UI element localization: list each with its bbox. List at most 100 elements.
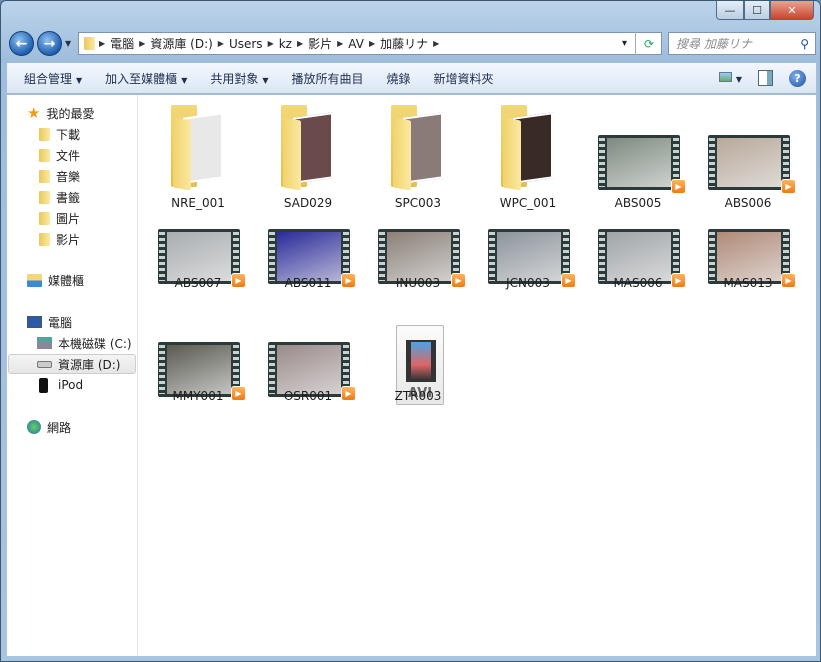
breadcrumb-chevron-icon[interactable]: ▶ [99,39,105,48]
sidebar-item[interactable]: 影片 [39,229,80,249]
folder-icon [84,37,95,50]
folder-icon [39,232,50,246]
video-thumbnail-icon: ▶ [708,135,796,194]
play-all-button[interactable]: 播放所有曲目 [292,70,364,87]
file-name: OSR001 [283,389,333,403]
file-item[interactable]: ▶ ABS007 [144,212,252,322]
file-item[interactable]: ▶ ABS006 [694,99,802,210]
file-name: SPC003 [394,196,442,210]
file-name: ABS006 [724,196,772,210]
breadcrumb-chevron-icon[interactable]: ▶ [268,39,274,48]
video-thumbnail-icon: ▶ [598,135,686,194]
folder-icon [39,169,50,183]
file-item[interactable]: ▶ ABS005 [584,99,692,210]
minimize-button[interactable]: — [716,1,744,20]
breadcrumb-item[interactable]: AV [348,37,364,51]
sidebar-item[interactable]: 圖片 [39,208,80,228]
breadcrumb-chevron-icon[interactable]: ▶ [139,39,145,48]
file-name: SAD029 [283,196,333,210]
command-bar: 組合管理 ▼ 加入至媒體櫃 ▼ 共用對象 ▼ 播放所有曲目 燒錄 新增資料夾 ▼ ? [7,63,816,94]
sidebar-item[interactable]: 下載 [39,124,80,144]
drive-c-icon [37,337,52,349]
breadcrumb-chevron-icon[interactable]: ▶ [369,39,375,48]
sidebar-drive-c[interactable]: 本機磁碟 (C:) [37,333,132,353]
sidebar-favorites[interactable]: ★ 我的最愛 [27,103,94,123]
sidebar-item[interactable]: 文件 [39,145,80,165]
folder-icon [39,148,50,162]
folder-icon [501,105,559,191]
share-button[interactable]: 共用對象 ▼ [210,70,268,87]
breadcrumb-chevron-icon[interactable]: ▶ [297,39,303,48]
folder-icon [39,190,50,204]
sidebar-libraries[interactable]: 媒體櫃 [27,270,84,290]
sidebar-ipod[interactable]: iPod [39,375,83,395]
search-icon[interactable]: ⚲ [800,37,809,51]
folder-icon [39,211,50,225]
folder-icon [39,127,50,141]
breadcrumb-item[interactable]: kz [279,37,292,51]
folder-icon [391,105,449,191]
computer-icon [27,316,42,328]
folder-item[interactable]: SPC003 [364,99,472,210]
back-button[interactable]: ← [9,31,34,56]
file-item[interactable]: ▶ JCN003 [474,212,582,322]
add-to-library-button[interactable]: 加入至媒體櫃 ▼ [105,70,187,87]
folder-item[interactable]: NRE_001 [144,99,252,210]
file-name: WPC_001 [499,196,557,210]
address-bar[interactable]: ▶ 電腦 ▶ 資源庫 (D:) ▶ Users ▶ kz ▶ 影片 ▶ AV ▶ 加藤リナ ▶ ▾ [78,32,662,55]
file-name: MAS006 [613,276,663,290]
breadcrumb-item[interactable]: Users [229,37,263,51]
ipod-icon [39,377,48,393]
file-item[interactable]: ▶ ABS011 [254,212,362,322]
organize-button[interactable]: 組合管理 ▼ [24,70,82,87]
folder-icon [171,105,229,191]
breadcrumb-item[interactable]: 加藤リナ [380,35,428,52]
maximize-button[interactable]: ☐ [744,1,770,20]
search-input[interactable]: 搜尋 加藤リナ ⚲ [668,32,816,55]
drive-d-icon [37,360,52,368]
sidebar-drive-d[interactable]: 資源庫 (D:) [8,354,136,374]
folder-item[interactable]: SAD029 [254,99,362,210]
new-folder-button[interactable]: 新增資料夾 [434,70,494,87]
file-item[interactable]: ▶ MMY001 [144,325,252,435]
file-item[interactable]: ▶ OSR001 [254,325,362,435]
sidebar-item[interactable]: 音樂 [39,166,80,186]
view-options-button[interactable]: ▼ [719,71,742,85]
file-name: ABS007 [174,276,222,290]
sidebar-computer[interactable]: 電腦 [27,312,72,332]
file-list: NRE_001 SAD029 SPC003 WPC_001 ▶ ABS005 ▶ ABS006… [138,95,816,656]
breadcrumb-item[interactable]: 資源庫 (D:) [150,35,212,52]
breadcrumb-item[interactable]: 影片 [308,35,332,52]
breadcrumb-chevron-icon[interactable]: ▶ [337,39,343,48]
star-icon: ★ [27,104,41,122]
help-button[interactable]: ? [789,69,806,87]
folder-icon [281,105,339,191]
file-name: MMY001 [172,389,224,403]
sidebar-item[interactable]: 書籤 [39,187,80,207]
sidebar-network[interactable]: 網路 [27,417,71,437]
address-dropdown[interactable]: ▾ [622,38,627,49]
navigation-pane: ★ 我的最愛 下載 文件 音樂 書籤 圖片 影片 媒體櫃 電腦 本機磁碟 (C:) 資源庫 … [7,95,138,656]
file-item[interactable]: ▶ INU003 [364,212,472,322]
file-item[interactable]: ▶ MAS013 [694,212,802,322]
preview-pane-button[interactable] [758,70,773,86]
file-name: ABS005 [614,196,662,210]
breadcrumb-chevron-icon[interactable]: ▶ [218,39,224,48]
forward-button[interactable]: → [37,31,62,56]
file-name: ZTR003 [394,389,442,403]
breadcrumb-chevron-icon[interactable]: ▶ [433,39,439,48]
file-name: ABS011 [284,276,332,290]
refresh-button[interactable]: ⟳ [635,32,662,55]
breadcrumb-item[interactable]: 電腦 [110,35,134,52]
recent-pages-dropdown[interactable]: ▼ [65,39,71,48]
file-name: JCN003 [506,276,550,290]
file-item[interactable]: AVI ZTR003 [364,325,472,435]
close-button[interactable]: ✕ [770,1,814,20]
network-icon [27,420,41,434]
file-name: MAS013 [723,276,773,290]
burn-button[interactable]: 燒錄 [387,70,411,87]
view-icon [719,72,733,82]
file-item[interactable]: ▶ MAS006 [584,212,692,322]
folder-item[interactable]: WPC_001 [474,99,582,210]
play-badge-icon: ▶ [671,179,686,194]
